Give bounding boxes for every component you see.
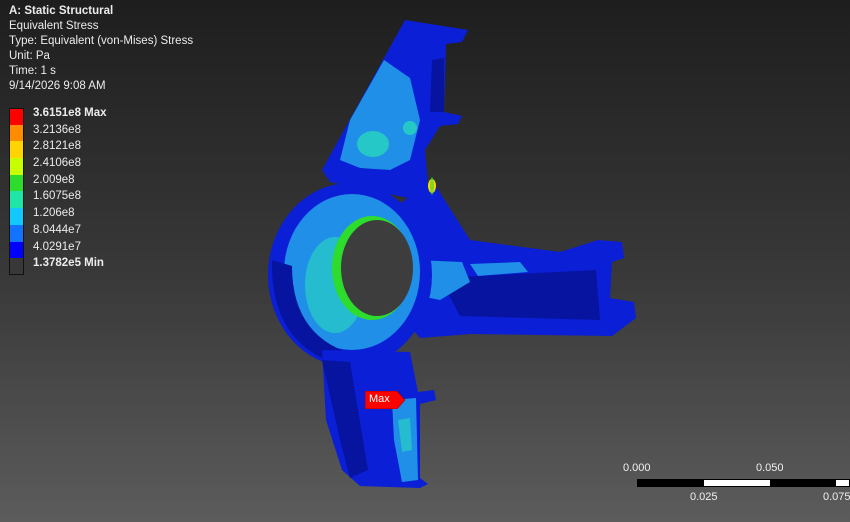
scale-label: 0.050 — [756, 462, 784, 474]
scale-ruler: 0.000 0.050 0.025 0.075 — [610, 462, 850, 522]
upper-bracket-shadow — [430, 58, 444, 112]
max-probe-tag[interactable]: Max — [365, 391, 405, 409]
scale-label: 0.000 — [623, 462, 651, 474]
stress-hotspot — [430, 177, 434, 195]
upper-cyan-spot — [403, 121, 417, 135]
max-tag-label: Max — [369, 393, 390, 405]
scale-bar — [637, 479, 850, 487]
scale-segment — [638, 480, 704, 486]
model-viewport[interactable] — [0, 0, 850, 522]
scale-label: 0.025 — [690, 491, 718, 503]
hub-bore — [341, 220, 413, 316]
upper-cyan-spot — [357, 131, 389, 157]
scale-label: 0.075 — [823, 491, 850, 503]
scale-segment — [770, 480, 836, 486]
